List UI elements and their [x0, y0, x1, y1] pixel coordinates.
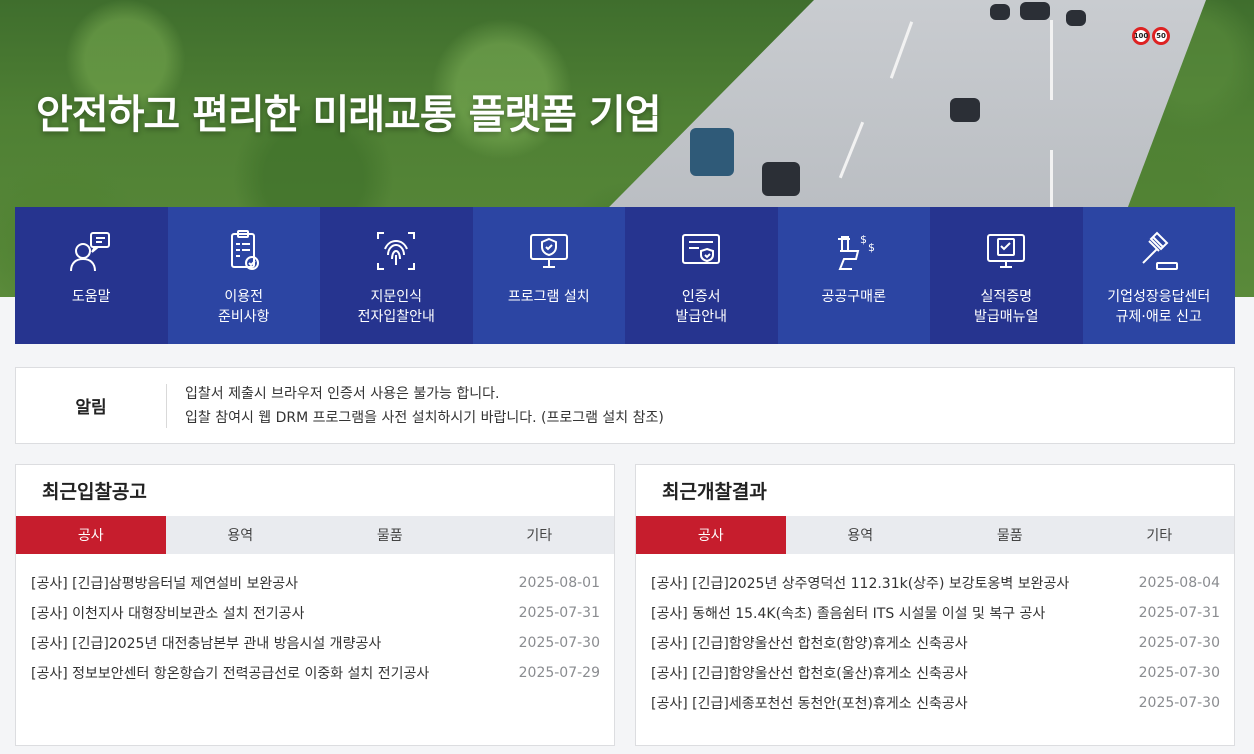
tab-construction[interactable]: 공사 [16, 516, 166, 554]
fingerprint-icon [372, 229, 420, 273]
menu-item-fingerprint[interactable]: 지문인식 전자입찰안내 [320, 207, 473, 344]
notice-box: 알림 입찰서 제출시 브라우저 인증서 사용은 불가능 합니다. 입찰 참여시 … [15, 367, 1235, 444]
tab-bar: 공사 용역 물품 기타 [636, 516, 1234, 554]
recent-results-panel: 최근개찰결과 공사 용역 물품 기타 [공사] [긴급]2025년 상주영덕선 … [635, 464, 1235, 746]
list-item[interactable]: [공사] [긴급]2025년 상주영덕선 112.31k(상주) 보강토옹벽 보… [651, 568, 1220, 598]
menu-item-label: 프로그램 설치 [507, 289, 590, 305]
lane-marking [1050, 20, 1053, 100]
car-image [762, 162, 800, 196]
certificate-icon [677, 229, 725, 273]
list-item[interactable]: [공사] [긴급]삼평방음터널 제연설비 보완공사 2025-08-01 [31, 568, 600, 598]
tab-bar: 공사 용역 물품 기타 [16, 516, 614, 554]
menu-item-certificate[interactable]: 인증서 발급안내 [625, 207, 778, 344]
tab-service[interactable]: 용역 [786, 516, 936, 554]
menu-item-label: 지문인식 전자입찰안내 [357, 289, 435, 325]
notice-body: 입찰서 제출시 브라우저 인증서 사용은 불가능 합니다. 입찰 참여시 웹 D… [167, 382, 664, 430]
gavel-icon [1135, 229, 1183, 273]
hand-money-icon: $ $ [830, 229, 878, 273]
list-item-date: 2025-07-30 [1138, 665, 1220, 681]
hero-title: 안전하고 편리한 미래교통 플랫폼 기업 [36, 92, 662, 138]
notice-line: 입찰 참여시 웹 DRM 프로그램을 사전 설치하시기 바랍니다. (프로그램 … [185, 409, 664, 426]
car-image [1066, 10, 1086, 26]
list-item-title[interactable]: [공사] [긴급]2025년 상주영덕선 112.31k(상주) 보강토옹벽 보… [651, 573, 1069, 593]
result-list: [공사] [긴급]2025년 상주영덕선 112.31k(상주) 보강토옹벽 보… [636, 554, 1234, 718]
car-image [950, 98, 980, 122]
list-item-date: 2025-07-30 [1138, 635, 1220, 651]
help-person-icon [67, 229, 115, 273]
quick-menu: 도움말 이용전 준비사항 지문인식 전자입찰안내 프로그램 설치 인증서 발급안… [15, 207, 1235, 344]
list-item-date: 2025-07-31 [1138, 605, 1220, 621]
list-item[interactable]: [공사] [긴급]함양울산선 합천호(함양)휴게소 신축공사 2025-07-3… [651, 628, 1220, 658]
list-item-date: 2025-07-31 [518, 605, 600, 621]
list-item[interactable]: [공사] 이천지사 대형장비보관소 설치 전기공사 2025-07-31 [31, 598, 600, 628]
list-item-title[interactable]: [공사] [긴급]세종포천선 동천안(포천)휴게소 신축공사 [651, 693, 968, 713]
menu-item-public-purchase[interactable]: $ $ 공공구매론 [777, 207, 930, 344]
list-item[interactable]: [공사] [긴급]세종포천선 동천안(포천)휴게소 신축공사 2025-07-3… [651, 688, 1220, 718]
list-item-title[interactable]: [공사] [긴급]2025년 대전충남본부 관내 방음시설 개량공사 [31, 633, 381, 653]
svg-text:$: $ [868, 241, 875, 254]
truck-image [690, 128, 734, 176]
car-image [990, 4, 1010, 20]
list-item-date: 2025-08-01 [518, 575, 600, 591]
list-item-date: 2025-07-29 [518, 665, 600, 681]
monitor-document-icon [982, 229, 1030, 273]
speed-sign-100: 100 [1132, 27, 1150, 45]
list-item-date: 2025-07-30 [1138, 695, 1220, 711]
list-item-title[interactable]: [공사] 이천지사 대형장비보관소 설치 전기공사 [31, 603, 304, 623]
menu-item-label: 도움말 [71, 289, 111, 305]
tab-etc[interactable]: 기타 [465, 516, 615, 554]
menu-item-label: 공공구매론 [821, 289, 886, 305]
notice-title: 알림 [75, 398, 107, 418]
list-item-title[interactable]: [공사] [긴급]삼평방음터널 제연설비 보완공사 [31, 573, 298, 593]
list-item-date: 2025-08-04 [1138, 575, 1220, 591]
recent-bids-panel: 최근입찰공고 공사 용역 물품 기타 [공사] [긴급]삼평방음터널 제연설비 … [15, 464, 615, 746]
list-item-title[interactable]: [공사] 동해선 15.4K(속초) 졸음쉼터 ITS 시설물 이설 및 복구 … [651, 603, 1045, 623]
panel-title: 최근개찰결과 [662, 481, 767, 503]
list-item[interactable]: [공사] [긴급]함양울산선 합천호(울산)휴게소 신축공사 2025-07-3… [651, 658, 1220, 688]
bid-list: [공사] [긴급]삼평방음터널 제연설비 보완공사 2025-08-01 [공사… [16, 554, 614, 688]
list-item[interactable]: [공사] [긴급]2025년 대전충남본부 관내 방음시설 개량공사 2025-… [31, 628, 600, 658]
svg-text:$: $ [860, 233, 867, 246]
panel-title: 최근입찰공고 [42, 481, 147, 503]
tab-construction[interactable]: 공사 [636, 516, 786, 554]
list-item[interactable]: [공사] 정보보안센터 항온항습기 전력공급선로 이중화 설치 전기공사 202… [31, 658, 600, 688]
menu-item-help[interactable]: 도움말 [15, 207, 168, 344]
menu-item-label: 기업성장응답센터 규제·애로 신고 [1107, 289, 1211, 325]
menu-item-label: 인증서 발급안내 [675, 289, 728, 325]
speed-sign-50: 50 [1152, 27, 1170, 45]
list-item[interactable]: [공사] 동해선 15.4K(속초) 졸음쉼터 ITS 시설물 이설 및 복구 … [651, 598, 1220, 628]
menu-item-growth-center[interactable]: 기업성장응답센터 규제·애로 신고 [1082, 207, 1235, 344]
notice-line: 입찰서 제출시 브라우저 인증서 사용은 불가능 합니다. [185, 385, 500, 402]
list-item-title[interactable]: [공사] 정보보안센터 항온항습기 전력공급선로 이중화 설치 전기공사 [31, 663, 429, 683]
menu-item-program-install[interactable]: 프로그램 설치 [472, 207, 625, 344]
menu-item-label: 실적증명 발급매뉴얼 [974, 289, 1039, 325]
menu-item-performance-cert[interactable]: 실적증명 발급매뉴얼 [930, 207, 1083, 344]
list-item-date: 2025-07-30 [518, 635, 600, 651]
monitor-shield-icon [525, 229, 573, 273]
list-item-title[interactable]: [공사] [긴급]함양울산선 합천호(함양)휴게소 신축공사 [651, 633, 968, 653]
tab-goods[interactable]: 물품 [935, 516, 1085, 554]
car-image [1020, 2, 1050, 20]
list-item-title[interactable]: [공사] [긴급]함양울산선 합천호(울산)휴게소 신축공사 [651, 663, 968, 683]
tab-service[interactable]: 용역 [166, 516, 316, 554]
menu-item-preparation[interactable]: 이용전 준비사항 [167, 207, 320, 344]
menu-item-label: 이용전 준비사항 [217, 289, 270, 325]
clipboard-check-icon [220, 229, 268, 273]
tab-goods[interactable]: 물품 [315, 516, 465, 554]
tab-etc[interactable]: 기타 [1085, 516, 1235, 554]
